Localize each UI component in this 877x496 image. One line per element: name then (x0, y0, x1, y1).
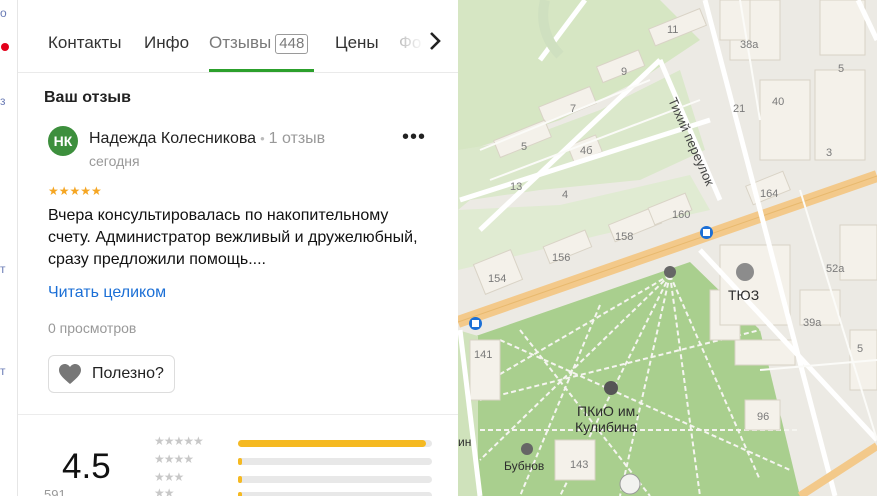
bubnov-label: Бубнов (504, 459, 544, 473)
house-number: 39а (803, 317, 822, 329)
bus-stop-icon[interactable] (469, 317, 482, 330)
house-number: 4б (580, 145, 592, 157)
reviews-count-badge: 448 (275, 34, 309, 54)
map-view[interactable]: 11 38а 9 7 5 40 21 3 5 4б 4 13 164 160 1… (458, 0, 877, 496)
read-more-link[interactable]: Читать целиком (48, 284, 166, 302)
rating-bar-fill (238, 476, 242, 483)
house-number: 40 (772, 96, 784, 108)
theatre-poi-icon[interactable] (736, 263, 754, 281)
review-author: Надежда Колесникова • 1 отзыв (89, 130, 325, 148)
review-text: Вчера консультировалась по накопительном… (48, 207, 418, 268)
park-label-line1: ПКиО им. (577, 403, 639, 419)
rating-bar-fill (238, 492, 242, 496)
chevron-right-icon[interactable] (428, 30, 442, 58)
rating-bar-track (238, 458, 432, 465)
rating-bar-stars: ★★ (154, 486, 174, 496)
house-number: 3 (826, 147, 832, 159)
heart-icon (59, 364, 81, 384)
author-name[interactable]: Надежда Колесникова (89, 130, 256, 147)
house-number: 11 (667, 24, 678, 36)
rating-bar-track (238, 476, 432, 483)
house-number: 156 (552, 252, 570, 264)
useful-label: Полезно? (92, 365, 164, 382)
rating-bar-stars: ★★★★★ (154, 434, 204, 448)
house-number: 13 (510, 181, 522, 193)
house-number: 141 (474, 349, 492, 361)
bus-stop-icon[interactable] (700, 226, 713, 239)
your-review-title: Ваш отзыв (44, 89, 131, 106)
park-poi-icon[interactable] (604, 381, 618, 395)
tab-bar: Контакты Инфо Отзывы448 Цены Фо (18, 12, 458, 73)
house-number: 5 (838, 63, 844, 75)
park-label-line2: Кулибина (575, 419, 637, 435)
rating-bar-2[interactable]: ★★ (154, 486, 434, 496)
fountain-icon[interactable] (619, 473, 641, 495)
useful-button[interactable]: Полезно? (48, 355, 175, 393)
house-number: 160 (672, 209, 690, 221)
house-number: 9 (621, 66, 627, 78)
rating-bar-stars: ★★★ (154, 470, 184, 484)
notification-dot (1, 43, 9, 51)
sidebar-fragment: т (0, 262, 6, 276)
theatre-label: ТЮЗ (728, 287, 759, 303)
average-rating: 4.5 (62, 447, 111, 486)
house-number: 154 (488, 273, 506, 285)
monument-icon[interactable] (664, 266, 676, 278)
house-number: 38а (740, 39, 759, 51)
section-divider (18, 414, 458, 415)
house-number: 96 (757, 411, 769, 423)
review-stars: ★★★★★ (48, 184, 102, 198)
house-number: 158 (615, 231, 633, 243)
house-number: 5 (521, 141, 527, 153)
rating-bar-track (238, 440, 432, 447)
views-count: 0 просмотров (48, 320, 137, 336)
rating-bar-fill (238, 440, 427, 447)
rating-bar-track (238, 492, 432, 496)
sidebar-fragment: т (0, 364, 6, 378)
map-edge-label: ин (458, 435, 471, 449)
left-sidebar-strip: о з т т (0, 0, 18, 496)
tab-contacts[interactable]: Контакты (48, 33, 121, 53)
rating-bar-stars: ★★★★ (154, 452, 194, 466)
dot-separator: • (260, 131, 265, 146)
house-number: 164 (760, 188, 778, 200)
rating-bar-5[interactable]: ★★★★★ (154, 434, 434, 449)
ratings-total: 591 (44, 487, 66, 496)
reviews-panel: Контакты Инфо Отзывы448 Цены Фо Ваш отзы… (18, 0, 458, 496)
house-number: 7 (570, 103, 576, 115)
rating-bar-4[interactable]: ★★★★ (154, 452, 434, 467)
tab-prices[interactable]: Цены (335, 33, 379, 53)
monument-icon[interactable] (521, 443, 533, 455)
tab-info[interactable]: Инфо (144, 33, 189, 53)
sidebar-fragment: о (0, 6, 7, 20)
more-options-icon[interactable]: ••• (402, 127, 426, 147)
avatar[interactable]: НК (48, 126, 78, 156)
rating-bar-fill (238, 458, 242, 465)
house-number: 5 (857, 343, 863, 355)
house-number: 4 (562, 189, 568, 201)
review-date: сегодня (89, 153, 140, 169)
author-reviews-count: 1 отзыв (268, 130, 326, 147)
active-tab-indicator (209, 69, 314, 72)
rating-bar-3[interactable]: ★★★ (154, 470, 434, 485)
house-number: 21 (733, 103, 745, 115)
tab-reviews[interactable]: Отзывы 448 (209, 33, 309, 54)
tab-reviews-label: Отзывы (209, 33, 272, 52)
house-number: 143 (570, 459, 588, 471)
sidebar-fragment: з (0, 94, 6, 108)
house-number: 52а (826, 263, 845, 275)
